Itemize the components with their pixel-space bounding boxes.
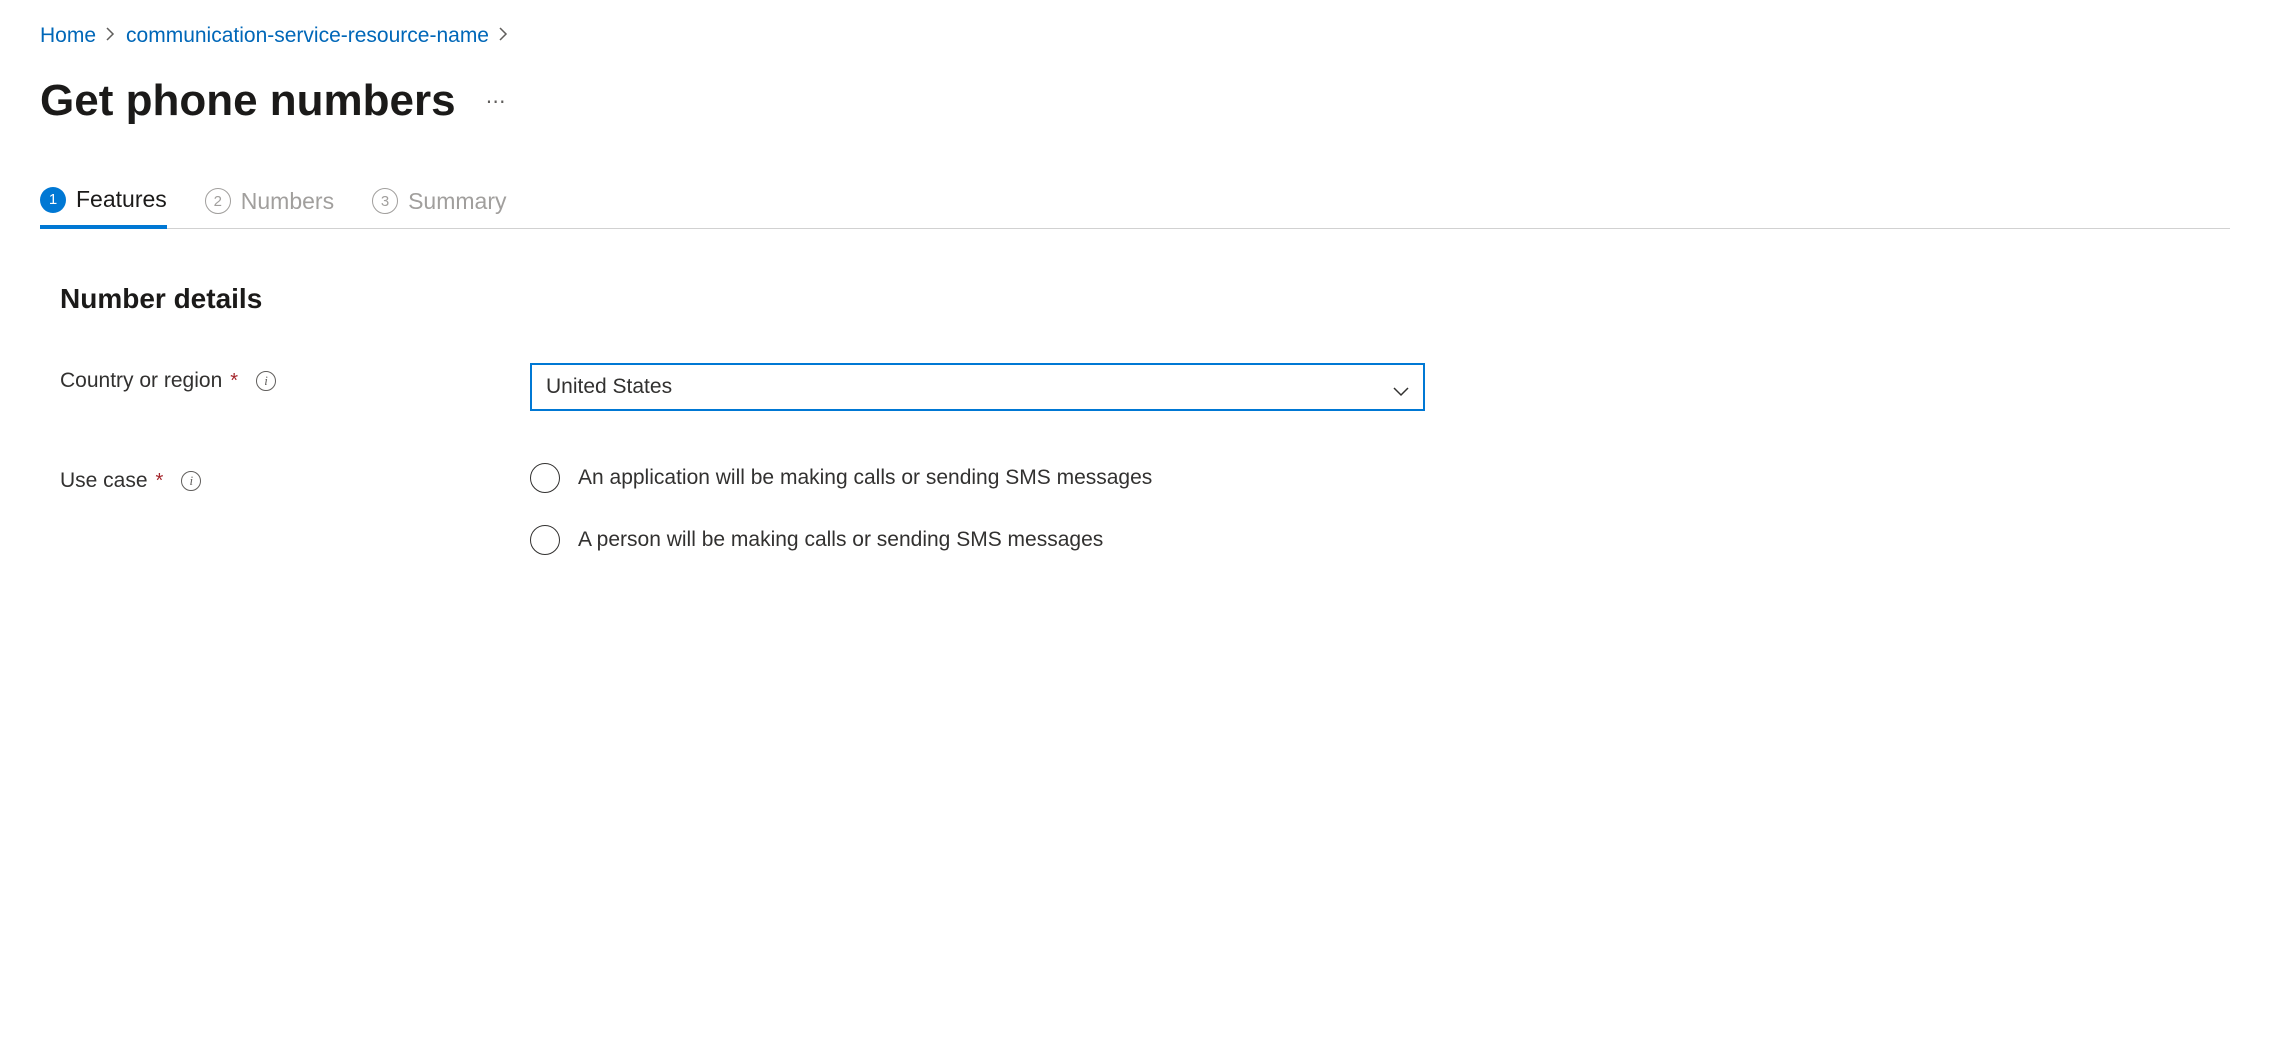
tab-number-badge: 1 <box>40 187 66 213</box>
info-icon[interactable]: i <box>181 471 201 491</box>
required-indicator: * <box>156 470 164 493</box>
page-header: Get phone numbers ⋯ <box>40 76 2230 126</box>
breadcrumb-resource[interactable]: communication-service-resource-name <box>126 24 489 48</box>
tab-numbers[interactable]: 2 Numbers <box>205 186 334 228</box>
tab-label: Summary <box>408 188 506 215</box>
chevron-right-icon <box>106 27 116 46</box>
radio-icon <box>530 525 560 555</box>
country-label: Country or region <box>60 369 222 393</box>
tab-label: Numbers <box>241 188 334 215</box>
required-indicator: * <box>230 370 238 393</box>
form-label-wrap: Use case * i <box>60 463 530 493</box>
form-label-wrap: Country or region * i <box>60 363 530 393</box>
breadcrumb-home[interactable]: Home <box>40 24 96 48</box>
tabs: 1 Features 2 Numbers 3 Summary <box>40 186 2230 229</box>
radio-label: A person will be making calls or sending… <box>578 528 1103 552</box>
usecase-option-person[interactable]: A person will be making calls or sending… <box>530 525 2230 555</box>
radio-icon <box>530 463 560 493</box>
tab-features[interactable]: 1 Features <box>40 186 167 229</box>
usecase-option-application[interactable]: An application will be making calls or s… <box>530 463 2230 493</box>
country-select[interactable]: United States <box>530 363 1425 411</box>
breadcrumb: Home communication-service-resource-name <box>40 24 2230 48</box>
info-icon[interactable]: i <box>256 371 276 391</box>
tab-summary[interactable]: 3 Summary <box>372 186 506 228</box>
section-title: Number details <box>60 283 2230 315</box>
form-row-usecase: Use case * i An application will be maki… <box>60 463 2230 555</box>
page-title: Get phone numbers <box>40 76 456 126</box>
chevron-down-icon <box>1393 379 1409 395</box>
tab-number-badge: 3 <box>372 188 398 214</box>
section-number-details: Number details Country or region * i Uni… <box>40 283 2230 555</box>
tab-number-badge: 2 <box>205 188 231 214</box>
country-select-value: United States <box>546 375 672 399</box>
tab-label: Features <box>76 186 167 213</box>
form-row-country: Country or region * i United States <box>60 363 2230 411</box>
more-menu-icon[interactable]: ⋯ <box>486 89 508 114</box>
radio-label: An application will be making calls or s… <box>578 466 1152 490</box>
country-select-wrap: United States <box>530 363 1425 411</box>
chevron-right-icon <box>499 27 509 46</box>
usecase-radio-group: An application will be making calls or s… <box>530 463 2230 555</box>
usecase-label: Use case <box>60 469 148 493</box>
